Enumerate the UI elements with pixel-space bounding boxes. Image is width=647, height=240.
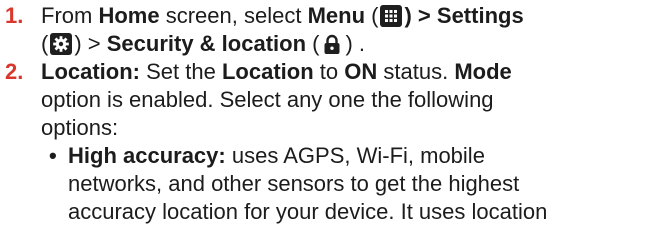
step-1-text: From Home screen, select Menu ( ) > Sett… (41, 3, 524, 56)
high-accuracy-label: High accuracy: (68, 143, 226, 168)
settings-label: Settings (436, 3, 524, 28)
step-2-text: Location: Set the Location to ON status.… (41, 59, 512, 140)
step-2-number: 2. (5, 59, 24, 84)
lock-icon (321, 33, 343, 55)
bullet-dot: • (49, 143, 57, 168)
on-status: ON (344, 59, 378, 84)
home-label: Home (98, 3, 160, 28)
grid-menu-icon (380, 5, 403, 27)
menu-label: Menu (307, 3, 366, 28)
mode-label: Mode (454, 59, 512, 84)
location-heading: Location: (41, 59, 140, 84)
gear-icon (50, 33, 73, 55)
instruction-document: 1. From Home screen, select Menu ( ) > S… (0, 0, 647, 240)
location-setting: Location (221, 59, 314, 84)
step-1-number: 1. (5, 3, 24, 28)
security-location-label: Security & location (106, 31, 307, 56)
